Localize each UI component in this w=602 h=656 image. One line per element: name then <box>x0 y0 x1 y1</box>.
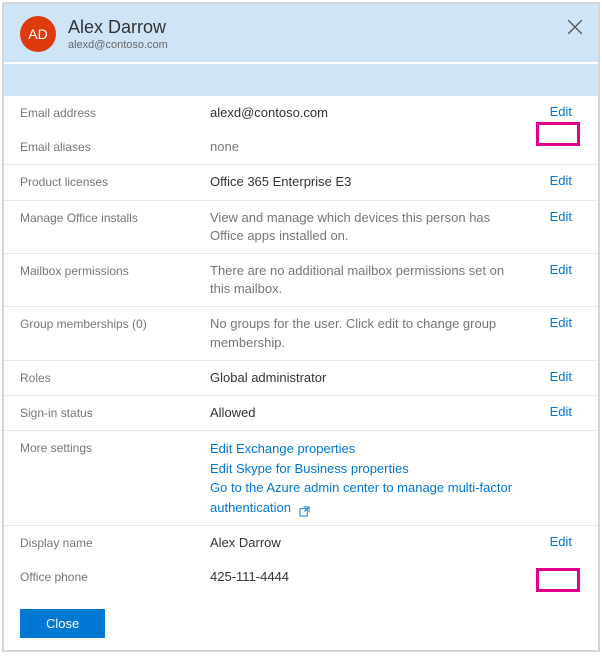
row-display-name: Display name Alex Darrow Edit <box>4 526 598 560</box>
label-display-name: Display name <box>20 534 210 550</box>
close-button[interactable]: Close <box>20 609 105 638</box>
row-mailbox-permissions: Mailbox permissions There are no additio… <box>4 254 598 307</box>
link-exchange-properties[interactable]: Edit Exchange properties <box>210 439 522 459</box>
value-manage-installs: View and manage which devices this perso… <box>210 209 582 245</box>
row-manage-installs: Manage Office installs View and manage w… <box>4 201 598 254</box>
link-azure-mfa[interactable]: Go to the Azure admin center to manage m… <box>210 478 522 517</box>
label-product-licenses: Product licenses <box>20 173 210 189</box>
row-more-settings: More settings Edit Exchange properties E… <box>4 431 598 526</box>
link-azure-mfa-text: Go to the Azure admin center to manage m… <box>210 480 512 515</box>
header-display-name: Alex Darrow <box>68 17 168 38</box>
edit-signin-status[interactable]: Edit <box>550 404 572 419</box>
value-email-aliases: none <box>210 138 582 156</box>
value-group-memberships: No groups for the user. Click edit to ch… <box>210 315 582 351</box>
value-email-address: alexd@contoso.com <box>210 104 582 122</box>
row-email-address: Email address alexd@contoso.com Edit <box>4 96 598 130</box>
edit-mailbox-permissions[interactable]: Edit <box>550 262 572 277</box>
link-skype-properties[interactable]: Edit Skype for Business properties <box>210 459 522 479</box>
edit-product-licenses[interactable]: Edit <box>550 173 572 188</box>
close-icon[interactable] <box>566 18 584 36</box>
row-group-memberships: Group memberships (0) No groups for the … <box>4 307 598 360</box>
row-signin-status: Sign-in status Allowed Edit <box>4 396 598 431</box>
edit-email-address[interactable]: Edit <box>550 104 572 119</box>
edit-group-memberships[interactable]: Edit <box>550 315 572 330</box>
value-roles: Global administrator <box>210 369 582 387</box>
value-mailbox-permissions: There are no additional mailbox permissi… <box>210 262 582 298</box>
value-office-phone: 425-111-4444 <box>210 568 582 586</box>
row-product-licenses: Product licenses Office 365 Enterprise E… <box>4 165 598 200</box>
label-roles: Roles <box>20 369 210 385</box>
row-office-phone: Office phone 425-111-4444 <box>4 560 598 594</box>
label-signin-status: Sign-in status <box>20 404 210 420</box>
label-email-aliases: Email aliases <box>20 138 210 154</box>
edit-manage-installs[interactable]: Edit <box>550 209 572 224</box>
tab-strip <box>4 64 598 96</box>
label-group-memberships: Group memberships (0) <box>20 315 210 331</box>
label-more-settings: More settings <box>20 439 210 455</box>
label-mailbox-permissions: Mailbox permissions <box>20 262 210 278</box>
avatar: AD <box>20 16 56 52</box>
label-manage-installs: Manage Office installs <box>20 209 210 225</box>
edit-roles[interactable]: Edit <box>550 369 572 384</box>
header-upn: alexd@contoso.com <box>68 39 168 51</box>
value-display-name: Alex Darrow <box>210 534 582 552</box>
user-header: AD Alex Darrow alexd@contoso.com <box>4 4 598 62</box>
external-link-icon <box>299 503 310 514</box>
value-product-licenses: Office 365 Enterprise E3 <box>210 173 582 191</box>
row-roles: Roles Global administrator Edit <box>4 361 598 396</box>
value-signin-status: Allowed <box>210 404 582 422</box>
label-email-address: Email address <box>20 104 210 120</box>
edit-display-name[interactable]: Edit <box>550 534 572 549</box>
label-office-phone: Office phone <box>20 568 210 584</box>
row-email-aliases: Email aliases none <box>4 130 598 165</box>
